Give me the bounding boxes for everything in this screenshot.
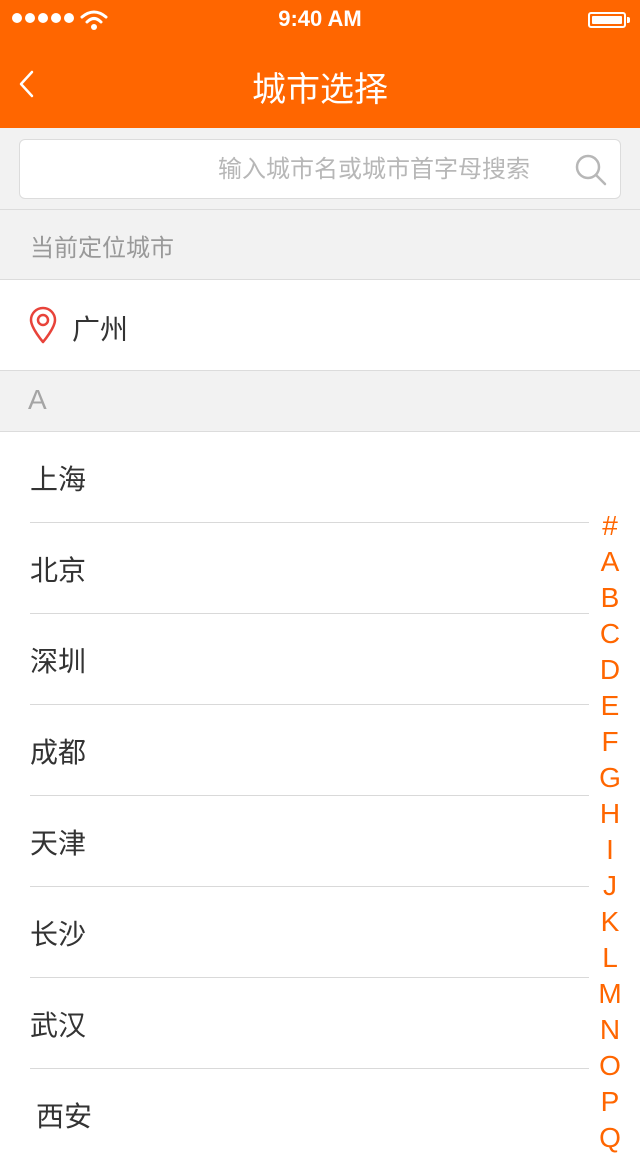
page-title: 城市选择 bbox=[252, 70, 388, 110]
index-letter-i[interactable]: I bbox=[590, 832, 630, 868]
city-list-item[interactable]: 长沙 bbox=[0, 887, 640, 978]
index-letter-o[interactable]: O bbox=[590, 1048, 630, 1084]
index-letter-f[interactable]: F bbox=[590, 724, 630, 760]
index-letter-q[interactable]: Q bbox=[590, 1120, 630, 1156]
city-name: 成都 bbox=[30, 736, 87, 769]
current-location-header: 当前定位城市 bbox=[0, 210, 640, 280]
city-list: 上海 北京 深圳 成都 天津 长沙 武汉 西安 bbox=[0, 432, 640, 1160]
index-letter-hash[interactable]: # bbox=[590, 508, 630, 544]
city-name: 长沙 bbox=[30, 918, 87, 951]
section-header-a: A bbox=[0, 370, 640, 432]
alphabet-index[interactable]: # A B C D E F G H I J K L M N O P Q bbox=[590, 508, 630, 1156]
city-list-item[interactable]: 天津 bbox=[0, 796, 640, 887]
city-name: 武汉 bbox=[30, 1009, 87, 1042]
search-input[interactable] bbox=[20, 140, 560, 198]
index-letter-a[interactable]: A bbox=[590, 544, 630, 580]
search-icon[interactable] bbox=[574, 153, 608, 187]
city-name: 上海 bbox=[30, 463, 87, 496]
city-list-item[interactable]: 上海 bbox=[0, 432, 640, 523]
index-letter-c[interactable]: C bbox=[590, 616, 630, 652]
location-pin-icon bbox=[29, 306, 57, 344]
battery-icon bbox=[588, 12, 630, 28]
index-letter-e[interactable]: E bbox=[590, 688, 630, 724]
city-name: 天津 bbox=[30, 827, 87, 860]
city-list-item[interactable]: 武汉 bbox=[0, 978, 640, 1069]
located-city-label: 广州 bbox=[72, 313, 129, 346]
city-name: 西安 bbox=[36, 1100, 93, 1133]
city-list-item[interactable]: 西安 bbox=[0, 1069, 640, 1160]
city-name: 深圳 bbox=[30, 645, 87, 678]
search-bar bbox=[0, 128, 640, 210]
city-name: 北京 bbox=[30, 554, 87, 587]
status-bar: 9:40 AM bbox=[0, 0, 640, 40]
index-letter-n[interactable]: N bbox=[590, 1012, 630, 1048]
index-letter-g[interactable]: G bbox=[590, 760, 630, 796]
located-city-row[interactable]: 广州 bbox=[0, 280, 640, 370]
search-box[interactable] bbox=[19, 139, 621, 199]
index-letter-h[interactable]: H bbox=[590, 796, 630, 832]
status-time: 9:40 AM bbox=[278, 6, 362, 31]
index-letter-d[interactable]: D bbox=[590, 652, 630, 688]
city-list-item[interactable]: 深圳 bbox=[0, 614, 640, 705]
index-letter-p[interactable]: P bbox=[590, 1084, 630, 1120]
app-header: 9:40 AM 城市选择 bbox=[0, 0, 640, 128]
index-letter-m[interactable]: M bbox=[590, 976, 630, 1012]
section-letter: A bbox=[28, 384, 47, 415]
nav-bar: 城市选择 bbox=[0, 40, 640, 128]
city-list-item[interactable]: 北京 bbox=[0, 523, 640, 614]
index-letter-k[interactable]: K bbox=[590, 904, 630, 940]
city-list-item[interactable]: 成都 bbox=[0, 705, 640, 796]
current-location-header-label: 当前定位城市 bbox=[30, 234, 174, 262]
index-letter-l[interactable]: L bbox=[590, 940, 630, 976]
index-letter-j[interactable]: J bbox=[590, 868, 630, 904]
index-letter-b[interactable]: B bbox=[590, 580, 630, 616]
